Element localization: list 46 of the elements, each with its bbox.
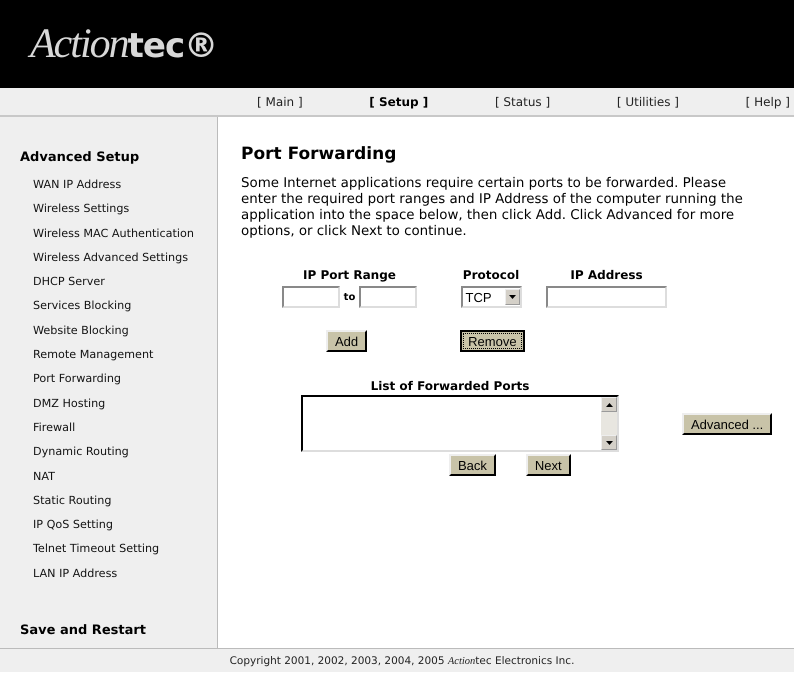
scroll-up-icon[interactable] — [601, 397, 617, 412]
nav-link[interactable]: [ Status ] — [494, 94, 550, 108]
nav-link[interactable]: [ Main ] — [257, 94, 303, 108]
field-label: IP Port Range — [303, 268, 396, 284]
input-field[interactable] — [359, 286, 418, 308]
remove-button[interactable]: Remove — [460, 330, 525, 352]
sidebar-link[interactable]: DMZ Hosting — [0, 392, 217, 416]
nav-link[interactable]: [ Setup ] — [369, 94, 428, 108]
sidebar-link[interactable]: Wireless Advanced Settings — [0, 246, 217, 270]
sidebar-link[interactable]: Remote Management — [0, 343, 217, 368]
input-field[interactable] — [282, 286, 340, 308]
sidebar-link[interactable]: Firewall — [0, 416, 217, 440]
copyright-text: Copyright 2001, 2002, 2003, 2004, 2005 Actiontec Electronics Inc. — [228, 654, 574, 666]
list-box[interactable] — [301, 395, 619, 452]
scroll-down-icon[interactable] — [601, 435, 617, 450]
sidebar-link[interactable]: Wireless Settings — [0, 197, 217, 222]
sidebar-link[interactable]: LAN IP Address — [0, 562, 217, 586]
sidebar-link[interactable]: DHCP Server — [0, 270, 217, 294]
sidebar-link[interactable]: Port Forwarding — [0, 367, 217, 392]
sidebar-link[interactable]: NAT — [0, 464, 217, 489]
nav-link[interactable]: [ Utilities ] — [616, 94, 679, 108]
sidebar-link[interactable]: WAN IP Address — [0, 173, 217, 198]
sidebar-link[interactable]: Save and Restart — [0, 623, 217, 638]
next-button[interactable]: Next — [526, 454, 571, 476]
intro-text: Some Internet applications require certain ports to be forwarded. Please enter the required port ranges and IP Address of the computer running the application into the space below, then click Add. Click Advanced for more options, or click Next to continue. — [241, 176, 744, 240]
sidebar-link[interactable]: Static Routing — [0, 488, 217, 514]
add-button[interactable]: Add — [326, 330, 368, 352]
page-title: Port Forwarding — [241, 144, 398, 164]
input-field[interactable] — [546, 286, 667, 308]
logo: Actiontec® — [30, 20, 218, 68]
sidebar-link[interactable]: Wireless MAC Authentication — [0, 222, 217, 246]
scrollbar[interactable] — [601, 397, 617, 450]
sidebar-link[interactable]: Services Blocking — [0, 294, 217, 319]
sidebar-link[interactable]: Dynamic Routing — [0, 440, 217, 465]
back-button[interactable]: Back — [449, 454, 496, 476]
field-label: to — [344, 292, 356, 302]
sidebar-link[interactable]: Website Blocking — [0, 318, 217, 344]
sidebar-link[interactable]: Telnet Timeout Setting — [0, 537, 217, 562]
nav-link[interactable]: [ Help ] — [746, 94, 790, 108]
list-title: List of Forwarded Ports — [370, 379, 530, 393]
protocol-dropdown[interactable]: TCP — [460, 286, 522, 308]
field-label: IP Address — [570, 268, 643, 284]
sidebar-heading: Advanced Setup — [19, 150, 140, 165]
sidebar-link[interactable]: IP QoS Setting — [0, 513, 217, 538]
advanced-button[interactable]: Advanced ... — [682, 413, 772, 435]
field-label: Protocol — [462, 268, 520, 284]
